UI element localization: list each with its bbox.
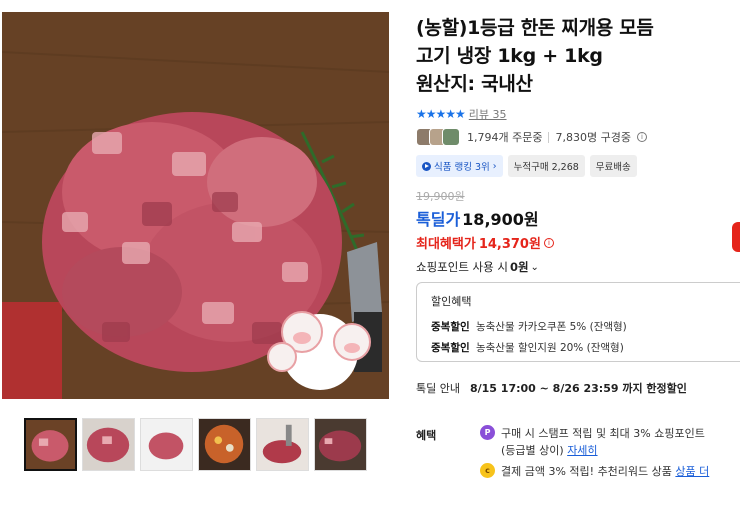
timed-deal-value: 8/15 17:00 ~ 8/26 23:59 까지 한정할인 — [469, 382, 687, 395]
benefit-stamp-line2: (등급별 상이) — [501, 444, 564, 457]
timed-deal-label: 톡딜 안내 — [416, 382, 460, 395]
thumbnail-4[interactable] — [198, 418, 251, 471]
original-price: 19,900원 — [416, 190, 465, 203]
shopping-point-row[interactable]: 쇼핑포인트 사용 시 0원 ⌄ — [416, 259, 539, 275]
benefit-item-reward: c 결제 금액 3% 적립! 추천리워드 상품 상품 더 — [480, 463, 709, 479]
point-badge-icon: P — [480, 425, 495, 440]
rating-row: ★★★★★ 리뷰 35 — [416, 106, 507, 122]
food-ranking-label: 식품 랭킹 3위 — [434, 162, 490, 173]
title-line-2: 고기 냉장 1kg + 1kg — [416, 45, 603, 67]
timed-deal-row: 톡딜 안내 8/15 17:00 ~ 8/26 23:59 까지 한정할인 — [416, 380, 687, 396]
thumbnail-strip — [24, 418, 367, 471]
discount-line: 중복할인 농축산물 카카오쿠폰 5% (잔액형) — [431, 319, 740, 334]
benefit-stamp-line1: 구매 시 스탬프 적립 및 최대 3% 쇼핑포인트 — [501, 427, 705, 440]
avatar — [442, 128, 460, 146]
benefit-stamp-text: 구매 시 스탬프 적립 및 최대 3% 쇼핑포인트 (등급별 상이) 자세히 — [501, 425, 705, 459]
max-benefit-label: 최대혜택가 — [416, 237, 476, 252]
stats-row: 1,794개 주문중 7,830명 구경중 i — [416, 128, 647, 146]
point-label: 쇼핑포인트 사용 시 — [416, 260, 508, 274]
sale-price-row: 톡딜가 18,900원 — [416, 206, 539, 230]
tag-row: 식품 랭킹 3위 › 누적구매 2,268 무료배송 — [416, 155, 637, 177]
thumbnail-5[interactable] — [256, 418, 309, 471]
benefit-reward-text: 결제 금액 3% 적립! 추천리워드 상품 상품 더 — [501, 463, 709, 479]
buyer-avatars — [416, 128, 460, 146]
details-link[interactable]: 자세히 — [567, 444, 597, 457]
discount-line: 중복할인 농축산물 할인지원 20% (잔액형) — [431, 340, 740, 355]
sale-price-label: 톡딜가 — [416, 210, 461, 229]
thumbnail-2[interactable] — [82, 418, 135, 471]
review-count-link[interactable]: 리뷰 35 — [469, 106, 507, 122]
cumulative-purchase-tag: 누적구매 2,268 — [507, 155, 585, 177]
title-line-3: 원산지: 국내산 — [416, 73, 533, 95]
food-ranking-tag[interactable]: 식품 랭킹 3위 › — [416, 155, 503, 177]
discount-text: 농축산물 카카오쿠폰 5% (잔액형) — [475, 321, 627, 333]
free-shipping-tag: 무료배송 — [589, 155, 637, 177]
title-line-1: (농할)1등급 한돈 찌개용 모듬 — [416, 17, 654, 39]
thumbnail-3[interactable] — [140, 418, 193, 471]
discount-kind: 중복할인 — [431, 321, 470, 333]
coin-icon: c — [480, 463, 495, 478]
sale-price: 18,900원 — [462, 210, 539, 229]
thumbnail-6[interactable] — [314, 418, 367, 471]
play-circle-icon — [422, 161, 431, 171]
discount-box: 할인혜택 중복할인 농축산물 카카오쿠폰 5% (잔액형) 중복할인 농축산물 … — [416, 282, 740, 362]
benefits-label: 혜택 — [416, 429, 437, 442]
product-title: (농할)1등급 한돈 찌개용 모듬 고기 냉장 1kg + 1kg 원산지: 국… — [416, 14, 734, 98]
viewer-count: 7,830명 구경중 — [555, 131, 631, 144]
divider — [548, 131, 550, 143]
max-benefit-row: 최대혜택가 14,370원 i — [416, 233, 554, 252]
product-main-image[interactable] — [2, 12, 389, 399]
max-benefit-price: 14,370원 — [478, 237, 541, 252]
chevron-down-icon: ⌄ — [530, 261, 539, 273]
point-value: 0원 — [509, 260, 529, 274]
discount-text: 농축산물 할인지원 20% (잔액형) — [475, 342, 624, 354]
discount-title: 할인혜택 — [431, 295, 472, 308]
benefit-info-icon[interactable]: i — [543, 237, 554, 248]
benefit-item-stamp: P 구매 시 스탬프 적립 및 최대 3% 쇼핑포인트 (등급별 상이) 자세히 — [480, 425, 705, 459]
product-more-link[interactable]: 상품 더 — [675, 465, 709, 478]
order-count: 1,794개 주문중 — [467, 131, 543, 144]
benefit-reward-line: 결제 금액 3% 적립! 추천리워드 상품 — [501, 465, 672, 478]
thumbnail-1[interactable] — [24, 418, 77, 471]
star-rating-icon: ★★★★★ — [416, 107, 466, 121]
info-icon[interactable]: i — [636, 132, 647, 142]
side-tab-marker[interactable] — [732, 222, 740, 252]
discount-kind: 중복할인 — [431, 342, 470, 354]
chevron-right-icon: › — [492, 160, 497, 172]
